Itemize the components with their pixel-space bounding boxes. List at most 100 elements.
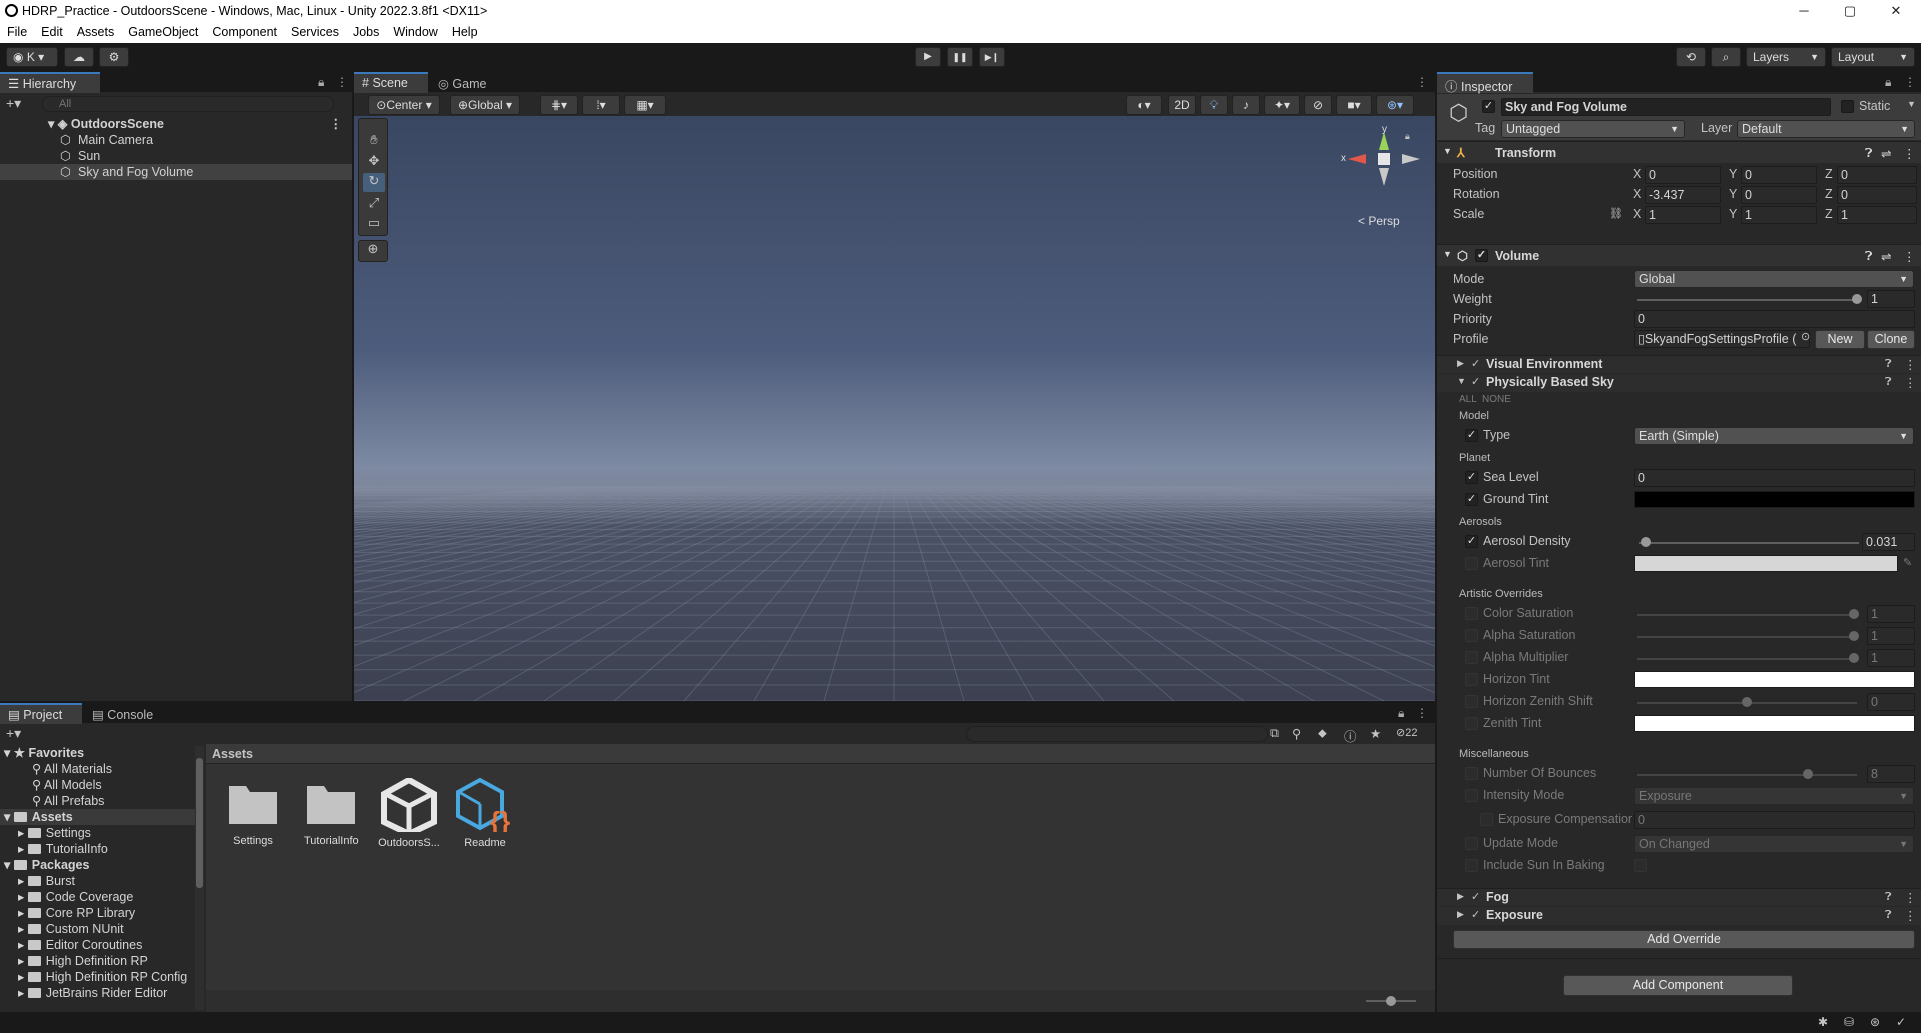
- preset-icon[interactable]: ⇌: [1881, 249, 1891, 264]
- override-menu-icon[interactable]: ⋮: [1904, 357, 1917, 372]
- tree-package[interactable]: ▸ Editor Coroutines: [18, 937, 142, 953]
- packages-node[interactable]: ▾ Packages: [4, 857, 89, 873]
- alpha-saturation-slider[interactable]: [1637, 636, 1857, 638]
- menu-assets[interactable]: Assets: [70, 22, 122, 39]
- tree-folder-settings[interactable]: ▸ Settings: [18, 825, 91, 841]
- toggle-2d-button[interactable]: 2D: [1168, 95, 1196, 115]
- tree-folder-tutorialinfo[interactable]: ▸ TutorialInfo: [18, 841, 108, 857]
- fog-header[interactable]: ▶ ✓ Fog ❓︎ ⋮: [1437, 888, 1921, 906]
- override-menu-icon[interactable]: ⋮: [1904, 890, 1917, 905]
- transform-header[interactable]: ▼ ⅄ Transform ❓︎ ⇌ ⋮: [1437, 141, 1921, 163]
- horizon-zenith-shift-handle[interactable]: [1742, 697, 1752, 707]
- step-button[interactable]: ▶❙: [979, 47, 1005, 67]
- favorite-all-prefabs[interactable]: ⚲ All Prefabs: [32, 793, 104, 809]
- menu-services[interactable]: Services: [284, 22, 346, 39]
- tree-package[interactable]: ▸ JetBrains Rider Editor: [18, 985, 167, 1001]
- menu-jobs[interactable]: Jobs: [346, 22, 386, 39]
- expand-icon[interactable]: ▶: [1457, 358, 1464, 369]
- audio-icon[interactable]: ♪: [1232, 95, 1260, 115]
- color-saturation-slider[interactable]: [1637, 614, 1857, 616]
- help-icon[interactable]: ❓︎: [1865, 146, 1873, 161]
- cache-icon[interactable]: ⛁: [1844, 1015, 1854, 1029]
- tab-project[interactable]: ▤ Project: [0, 703, 82, 724]
- component-menu-icon[interactable]: ⋮: [1903, 146, 1916, 161]
- asset-scene-outdoors[interactable]: OutdoorsS...: [374, 776, 444, 856]
- type-override-checkbox[interactable]: ✓: [1465, 429, 1478, 442]
- rotation-x-field[interactable]: -3.437: [1645, 186, 1721, 204]
- scale-z-field[interactable]: 1: [1837, 206, 1917, 224]
- maximize-button[interactable]: ▢: [1827, 0, 1873, 22]
- expand-icon[interactable]: ▶: [1457, 891, 1464, 902]
- update-mode-dropdown[interactable]: On Changed ▼: [1634, 835, 1914, 853]
- override-enabled-check[interactable]: ✓: [1471, 375, 1480, 388]
- lighting-icon[interactable]: 💡︎: [1200, 95, 1228, 115]
- aerosol-tint-override-checkbox[interactable]: [1465, 557, 1478, 570]
- asset-folder-settings[interactable]: Settings: [228, 782, 278, 856]
- perspective-label[interactable]: < Persp: [1358, 214, 1400, 228]
- color-saturation-field[interactable]: 1: [1867, 605, 1915, 623]
- tree-scroll-thumb[interactable]: [196, 758, 203, 888]
- collab-icon[interactable]: ⚙: [99, 47, 129, 67]
- grid-visibility-icon[interactable]: ▦▾: [624, 95, 666, 115]
- menu-help[interactable]: Help: [445, 22, 485, 39]
- scale-x-field[interactable]: 1: [1645, 206, 1721, 224]
- scene-menu-icon[interactable]: ⋮: [1416, 75, 1428, 89]
- weight-slider[interactable]: [1637, 299, 1857, 301]
- play-button[interactable]: ▶: [915, 47, 941, 67]
- weight-field[interactable]: 1: [1867, 290, 1915, 308]
- favorite-all-models[interactable]: ⚲ All Models: [32, 777, 102, 793]
- transform-tool-icon[interactable]: ⊕: [358, 240, 388, 262]
- horizon-tint-checkbox[interactable]: [1465, 673, 1478, 686]
- pivot-dropdown[interactable]: ⊙Center ▾: [368, 95, 440, 115]
- menu-gameobject[interactable]: GameObject: [121, 22, 205, 39]
- close-button[interactable]: ✕: [1873, 0, 1919, 22]
- position-z-field[interactable]: 0: [1837, 166, 1917, 184]
- override-enabled-check[interactable]: ✓: [1471, 890, 1480, 903]
- scene-menu-icon[interactable]: ⋮: [330, 116, 343, 132]
- breadcrumb-assets[interactable]: Assets: [212, 747, 253, 761]
- visual-environment-header[interactable]: ▶ ✓ Visual Environment ❓︎ ⋮: [1437, 355, 1921, 373]
- grid-snap-icon[interactable]: ⋕▾: [540, 95, 578, 115]
- hidden-packages-toggle[interactable]: ⊘22: [1396, 726, 1417, 739]
- override-menu-icon[interactable]: ⋮: [1904, 908, 1917, 923]
- pause-button[interactable]: ❚❚: [947, 47, 973, 67]
- filter-type-icon[interactable]: ⚲: [1292, 726, 1301, 741]
- bounces-checkbox[interactable]: [1465, 767, 1478, 780]
- eyedropper-icon[interactable]: ✎: [1903, 556, 1912, 569]
- hierarchy-item-main-camera[interactable]: ⬡ Main Camera: [0, 132, 352, 148]
- volume-enabled-checkbox[interactable]: ✓: [1475, 249, 1488, 262]
- exposure-compensation-field[interactable]: 0: [1634, 811, 1915, 829]
- profile-clone-button[interactable]: Clone: [1867, 330, 1915, 349]
- progress-icon[interactable]: ⊛: [1870, 1015, 1880, 1029]
- filter-log-icon[interactable]: ⓘ: [1344, 726, 1357, 745]
- bounces-field[interactable]: 8: [1867, 765, 1915, 783]
- ground-tint-swatch[interactable]: [1634, 491, 1915, 508]
- menu-component[interactable]: Component: [205, 22, 284, 39]
- gizmos-icon[interactable]: ⊛▾: [1376, 95, 1414, 115]
- hierarchy-menu-icon[interactable]: ⋮: [336, 75, 348, 89]
- favorites-node[interactable]: ▾ ★ Favorites: [4, 745, 84, 761]
- layout-dropdown[interactable]: Layout ▼: [1831, 47, 1915, 67]
- aerosol-density-handle[interactable]: [1641, 537, 1651, 547]
- filter-label-icon[interactable]: ⬥: [1318, 726, 1327, 741]
- add-component-button[interactable]: Add Component: [1563, 975, 1793, 996]
- icon-size-handle[interactable]: [1386, 996, 1396, 1006]
- tab-console[interactable]: ▤ Console: [84, 703, 164, 724]
- space-dropdown[interactable]: ⊕Global ▾: [450, 95, 520, 115]
- position-x-field[interactable]: 0: [1645, 166, 1721, 184]
- assets-node[interactable]: ▾ Assets: [0, 809, 204, 825]
- toggle-none-link[interactable]: NONE: [1482, 394, 1511, 405]
- volume-header[interactable]: ▼ ⬡ ✓ Volume ❓︎ ⇌ ⋮: [1437, 244, 1921, 266]
- profile-field[interactable]: ▯SkyandFogSettingsProfile (: [1634, 330, 1810, 348]
- hierarchy-item-sky-and-fog-volume[interactable]: ⬡ Sky and Fog Volume: [0, 164, 352, 180]
- move-tool-icon[interactable]: ✥: [363, 153, 385, 169]
- hidden-objects-icon[interactable]: ⊘: [1304, 95, 1332, 115]
- bounces-slider[interactable]: [1637, 774, 1857, 776]
- project-search-input[interactable]: [966, 726, 1268, 742]
- update-mode-checkbox[interactable]: [1465, 837, 1478, 850]
- toggle-all-link[interactable]: ALL: [1459, 394, 1477, 405]
- debug-icon[interactable]: ✱: [1818, 1015, 1828, 1029]
- color-saturation-handle[interactable]: [1849, 609, 1859, 619]
- sea-level-field[interactable]: 0: [1634, 469, 1915, 487]
- override-enabled-check[interactable]: ✓: [1471, 908, 1480, 921]
